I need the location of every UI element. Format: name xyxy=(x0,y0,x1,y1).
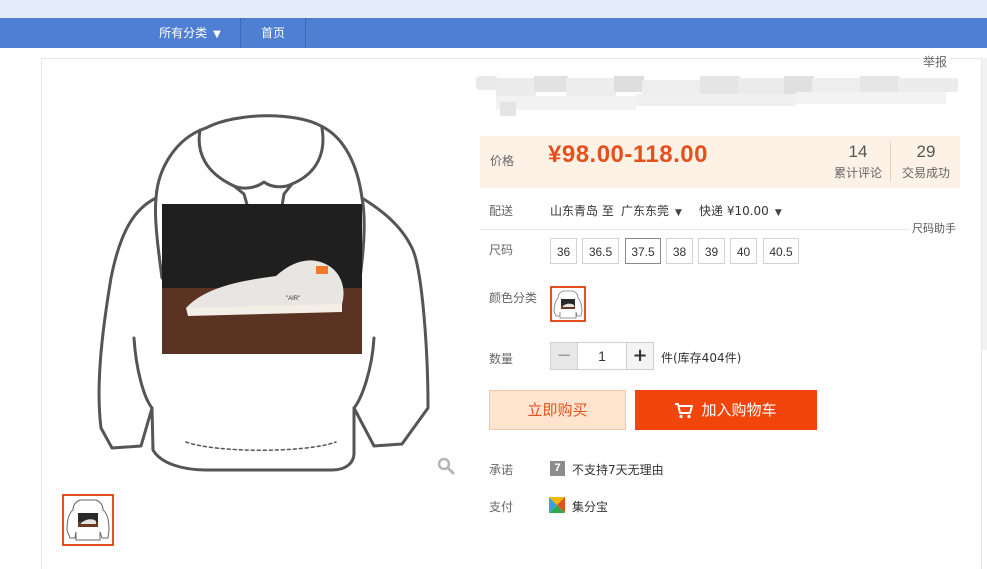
delivery-to-select[interactable]: 广东东莞 ▼ xyxy=(621,202,682,219)
caret-down-icon: ▼ xyxy=(675,208,682,218)
jifenbao-icon xyxy=(549,497,565,513)
delivery-to: 广东东莞 xyxy=(621,204,670,218)
nav-all-categories[interactable]: 所有分类 ▼ xyxy=(140,18,241,48)
nav-bar: 所有分类 ▼ 首页 xyxy=(0,18,987,48)
report-link[interactable]: 举报 xyxy=(918,53,951,70)
size-label: 尺码 xyxy=(489,243,514,257)
delivery-divider xyxy=(480,229,910,230)
promise-label: 承诺 xyxy=(489,463,514,477)
sales-stat: 29 交易成功 xyxy=(898,142,954,181)
stock-text: 件(库存404件) xyxy=(661,351,742,365)
color-label: 颜色分类 xyxy=(489,291,538,305)
main-product-image[interactable]: "AIR" xyxy=(96,108,432,474)
svg-text:"AIR": "AIR" xyxy=(286,296,300,302)
add-to-cart-button[interactable]: 加入购物车 xyxy=(635,390,817,430)
add-to-cart-label: 加入购物车 xyxy=(701,401,777,419)
delivery-method: 快递 ¥10.00 xyxy=(699,204,769,218)
reviews-stat[interactable]: 14 累计评论 xyxy=(832,142,884,181)
delivery-from: 山东青岛 至 xyxy=(550,204,614,218)
quantity-increase-button[interactable]: + xyxy=(626,342,654,370)
size-helper-link[interactable]: 尺码助手 xyxy=(912,220,956,236)
hoodie-thumbnail-icon xyxy=(66,499,110,541)
nav-all-categories-label: 所有分类 xyxy=(159,26,208,40)
reviews-count: 14 xyxy=(848,142,868,161)
sales-label: 交易成功 xyxy=(901,166,950,180)
cart-icon xyxy=(675,403,694,419)
price-value: ¥98.00-118.00 xyxy=(548,141,708,168)
quantity-label: 数量 xyxy=(489,352,514,366)
size-option[interactable]: 39 xyxy=(698,238,725,264)
color-option[interactable] xyxy=(550,286,586,322)
size-option[interactable]: 36 xyxy=(550,238,577,264)
price-panel: 价格 ¥98.00-118.00 14 累计评论 29 交易成功 xyxy=(480,136,960,188)
delivery-label: 配送 xyxy=(489,204,514,218)
payment-text: 集分宝 xyxy=(572,500,609,514)
promise-text: 不支持7天无理由 xyxy=(572,463,664,477)
caret-down-icon: ▼ xyxy=(774,208,782,218)
top-strip xyxy=(0,0,987,18)
chevron-down-icon: ▼ xyxy=(213,29,221,40)
seven-day-icon: 7 xyxy=(550,461,565,476)
buy-now-button[interactable]: 立即购买 xyxy=(489,390,626,430)
size-option[interactable]: 36.5 xyxy=(582,238,619,264)
delivery-method-select[interactable]: 快递 ¥10.00 ▼ xyxy=(699,202,782,219)
size-option-selected[interactable]: 37.5 xyxy=(625,238,661,264)
payment-label: 支付 xyxy=(489,500,514,514)
nav-home[interactable]: 首页 xyxy=(241,18,306,48)
quantity-decrease-button[interactable]: − xyxy=(550,342,578,370)
size-option[interactable]: 40 xyxy=(730,238,757,264)
size-option[interactable]: 38 xyxy=(666,238,693,264)
reviews-label: 累计评论 xyxy=(833,166,882,180)
hoodie-swatch-icon xyxy=(553,290,583,319)
zoom-icon[interactable] xyxy=(436,456,456,476)
thumbnail-image[interactable] xyxy=(62,494,114,546)
stats-divider xyxy=(890,142,891,182)
quantity-input[interactable]: 1 xyxy=(577,342,627,370)
sales-count: 29 xyxy=(916,142,936,161)
size-option[interactable]: 40.5 xyxy=(763,238,799,264)
product-title-blurred xyxy=(476,76,958,116)
price-label: 价格 xyxy=(490,154,515,168)
